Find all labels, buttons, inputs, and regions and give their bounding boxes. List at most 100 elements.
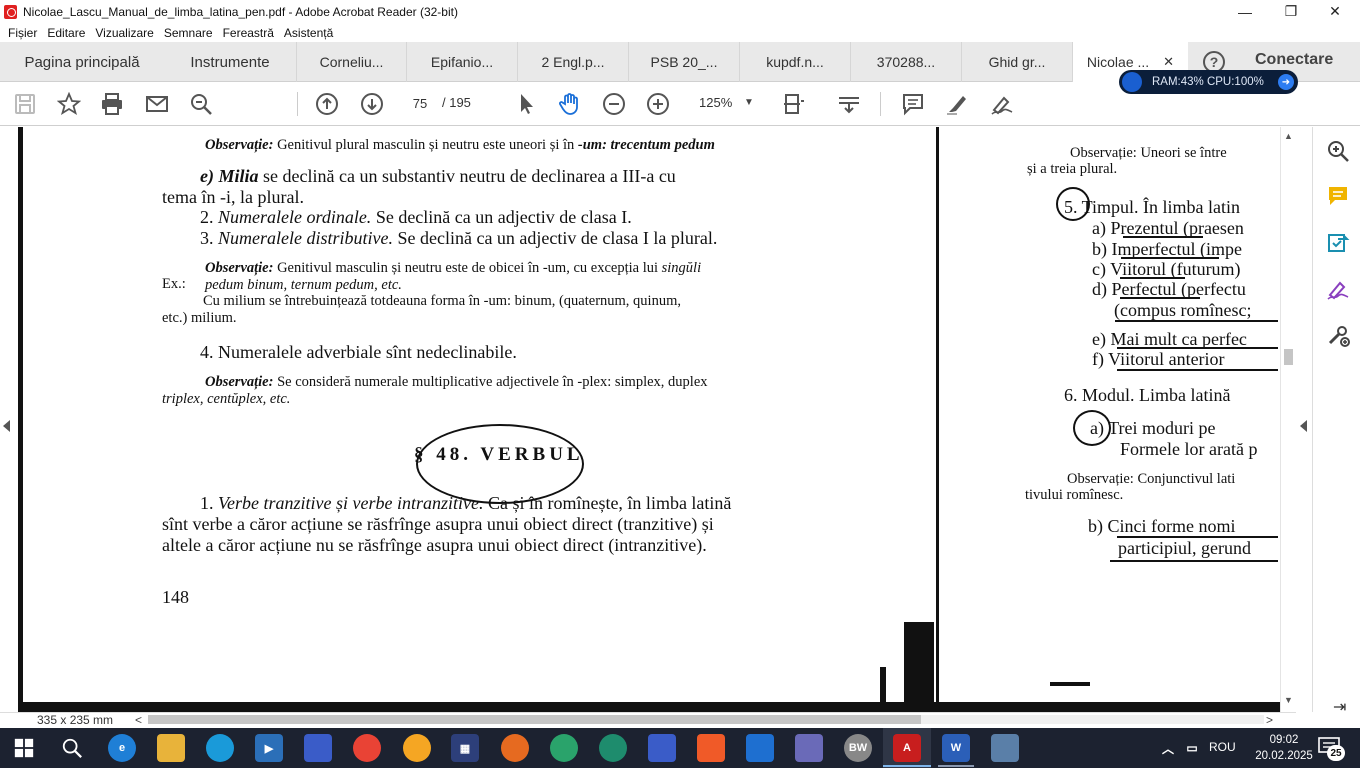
zoom-level-select[interactable]: 125% — [699, 95, 732, 110]
save-disk-app-icon[interactable] — [304, 734, 332, 762]
comment-tool-icon[interactable] — [1326, 184, 1350, 208]
search-icon[interactable] — [58, 734, 86, 762]
network-icon[interactable]: ▭ — [1183, 734, 1201, 762]
media-app-icon[interactable]: ▶ — [255, 734, 283, 762]
tab-document[interactable]: Corneliu... — [296, 42, 407, 82]
page-number-input[interactable] — [403, 92, 437, 114]
file-explorer-icon[interactable] — [157, 734, 185, 762]
arrow-right-icon[interactable]: ➜ — [1278, 74, 1294, 90]
tab-home[interactable]: Pagina principală — [0, 42, 164, 82]
text-line: (compus romînesc; — [1114, 300, 1252, 320]
title-bar: Nicolae_Lascu_Manual_de_limba_latina_pen… — [0, 0, 1360, 23]
blue-app-icon[interactable] — [746, 734, 774, 762]
word-icon[interactable]: W — [942, 734, 970, 762]
chevron-down-icon[interactable]: ▼ — [744, 97, 754, 108]
hand-tool-icon[interactable] — [557, 92, 583, 116]
text-line: 2. Numeralele ordinale. Se declină ca un… — [200, 207, 632, 227]
scan-artifact — [1050, 682, 1090, 686]
menu-vizualizare[interactable]: Vizualizare — [90, 26, 158, 40]
clock-date: 20.02.2025 — [1255, 750, 1313, 762]
scroll-mode-icon[interactable] — [836, 92, 862, 116]
input-language[interactable]: ROU — [1209, 740, 1236, 754]
zoom-in-icon[interactable] — [645, 92, 671, 116]
tab-close-icon[interactable]: ✕ — [1163, 54, 1174, 70]
right-tools-panel — [1312, 127, 1360, 712]
minimize-button[interactable]: — — [1222, 0, 1268, 23]
highlight-pen-icon[interactable] — [944, 92, 970, 116]
save-icon[interactable] — [12, 92, 38, 116]
search-icon[interactable] — [188, 92, 214, 116]
next-page-icon[interactable] — [359, 92, 385, 116]
tab-document[interactable]: PSB 20_... — [629, 42, 740, 82]
menu-editare[interactable]: Editare — [42, 26, 90, 40]
menu-asistenta[interactable]: Asistență — [279, 26, 338, 40]
fill-sign-icon[interactable] — [1326, 277, 1350, 301]
bw-app-icon[interactable]: BW — [844, 734, 872, 762]
orange-app-icon[interactable] — [403, 734, 431, 762]
underline — [1120, 297, 1200, 299]
ram-cpu-widget[interactable]: RAM:43% CPU:100% ➜ — [1119, 70, 1298, 94]
horizontal-scrollbar-thumb[interactable] — [148, 715, 921, 724]
firefox-browser-icon[interactable] — [501, 734, 529, 762]
maximize-button[interactable]: ❐ — [1268, 0, 1314, 23]
tab-document[interactable]: 2 Engl.p... — [518, 42, 629, 82]
document-app-icon[interactable] — [795, 734, 823, 762]
acrobat-app-icon — [4, 4, 17, 19]
windows-start-icon[interactable] — [10, 734, 38, 762]
select-cursor-icon[interactable] — [513, 92, 539, 116]
edge-browser-icon[interactable] — [206, 734, 234, 762]
zoom-search-icon[interactable] — [1326, 139, 1350, 163]
toolbar-divider — [297, 92, 298, 116]
export-pdf-icon[interactable] — [1326, 231, 1350, 255]
underline — [1120, 277, 1185, 279]
connect-button[interactable]: Conectare — [1255, 51, 1333, 69]
email-icon[interactable] — [144, 92, 170, 116]
tray-chevron-up-icon[interactable]: ︿ — [1160, 734, 1176, 762]
comment-icon[interactable] — [900, 92, 926, 116]
sign-icon[interactable] — [989, 92, 1015, 116]
previous-page-icon[interactable] — [314, 92, 340, 116]
scroll-up-icon[interactable]: ▲ — [1284, 131, 1293, 141]
tab-document[interactable]: kupdf.n... — [740, 42, 851, 82]
collapse-panel-icon[interactable]: ⇥ — [1333, 697, 1346, 717]
text-line: 4. Numeralele adverbiale sînt nedeclinab… — [200, 342, 517, 362]
tab-document[interactable]: 370288... — [851, 42, 962, 82]
menu-semnare[interactable]: Semnare — [159, 26, 218, 40]
brave-browser-icon[interactable] — [697, 734, 725, 762]
scrollbar-thumb[interactable] — [1284, 349, 1293, 365]
bookmark-star-icon[interactable] — [56, 92, 82, 116]
chrome-browser-icon[interactable] — [353, 734, 381, 762]
more-tools-icon[interactable] — [1326, 323, 1350, 347]
floppy-app-icon[interactable] — [648, 734, 676, 762]
tab-document[interactable]: Ghid gr... — [962, 42, 1073, 82]
system-app-icon[interactable] — [991, 734, 1019, 762]
menu-fisier[interactable]: Fișier — [3, 26, 42, 40]
tab-tools[interactable]: Instrumente — [164, 42, 296, 82]
green-app-icon[interactable] — [599, 734, 627, 762]
text-line: f) Viitorul anterior — [1092, 349, 1225, 369]
reader-app-icon[interactable]: ▦ — [451, 734, 479, 762]
menu-fereastra[interactable]: Fereastră — [218, 26, 279, 40]
scroll-down-icon[interactable]: ▼ — [1284, 695, 1293, 705]
internet-explorer-icon[interactable]: e — [108, 734, 136, 762]
print-icon[interactable] — [99, 92, 125, 116]
tab-document[interactable]: Epifanio... — [407, 42, 518, 82]
expand-left-panel-icon[interactable] — [3, 420, 10, 432]
page-bottom-edge — [18, 702, 1280, 712]
page-layout-icon[interactable] — [781, 92, 807, 116]
zoom-out-icon[interactable] — [601, 92, 627, 116]
scroll-right-icon[interactable]: > — [1266, 713, 1273, 727]
collapse-right-panel-icon[interactable] — [1300, 420, 1307, 432]
menu-bar: Fișier Editare Vizualizare Semnare Ferea… — [0, 23, 1360, 42]
close-button[interactable]: ✕ — [1312, 0, 1358, 23]
ram-cpu-text: RAM:43% CPU:100% — [1152, 76, 1264, 88]
globe-app-icon[interactable] — [550, 734, 578, 762]
scroll-left-icon[interactable]: < — [135, 713, 142, 727]
underline — [1110, 560, 1278, 562]
acrobat-reader-icon[interactable]: A — [893, 734, 921, 762]
text-line: a) Trei moduri pe — [1090, 418, 1216, 438]
text-line: pedum binum, ternum pedum, etc. — [205, 277, 402, 293]
vertical-scrollbar[interactable]: ▲ ▼ — [1280, 127, 1296, 712]
clock[interactable]: 09:02 20.02.2025 — [1252, 732, 1316, 764]
text-line: 1. Verbe tranzitive și verbe intranzitiv… — [200, 493, 732, 513]
